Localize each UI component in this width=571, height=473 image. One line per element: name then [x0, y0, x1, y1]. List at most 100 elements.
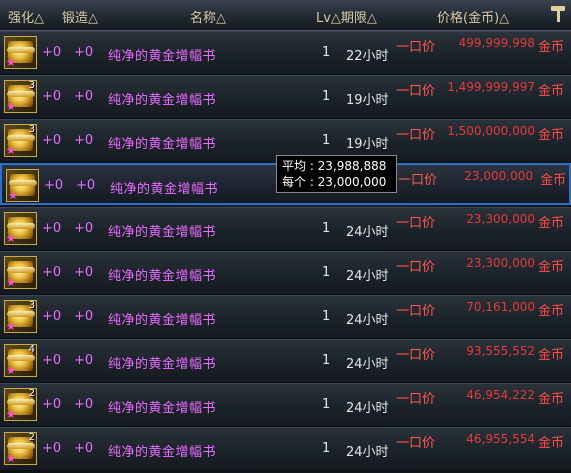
currency-label: 金币: [538, 392, 565, 407]
forge-level: +0: [74, 89, 94, 104]
item-level: 1: [322, 441, 331, 456]
listing-row[interactable]: 4 ★ +0 +0 纯净的黄金增幅书 1 24小时 一口价 93,555,552 金币: [0, 339, 571, 383]
time-remaining: 24小时: [346, 401, 389, 416]
golden-scroll-icon[interactable]: ★: [4, 36, 37, 69]
sort-enhance-header[interactable]: 强化△: [8, 7, 44, 26]
listing-row[interactable]: ★ +0 +0 纯净的黄金增幅书 1 24小时 一口价 23,300,000 金币: [0, 251, 571, 295]
golden-scroll-icon[interactable]: ★: [4, 256, 37, 289]
sort-forge-header[interactable]: 锻造△: [62, 7, 98, 26]
item-name: 纯净的黄金增幅书: [108, 357, 217, 372]
item-level: 1: [322, 309, 331, 324]
price-value: 70,161,000: [466, 300, 535, 314]
sort-lv-limit-header[interactable]: Lv△期限△: [316, 7, 377, 26]
golden-scroll-icon[interactable]: 2 ★: [4, 432, 37, 465]
item-name: 纯净的黄金增幅书: [108, 137, 217, 152]
item-level: 1: [322, 353, 331, 368]
golden-scroll-icon[interactable]: ★: [6, 169, 39, 202]
forge-level: +0: [74, 397, 94, 412]
item-quantity: 4: [28, 344, 35, 355]
auction-panel: 强化△ 锻造△ 名称△ Lv△期限△ 价格(金币)△ ★ +0 +0 纯净的黄金增幅书…: [0, 0, 571, 473]
buyout-label: 一口价: [398, 173, 438, 188]
price-value: 1,500,000,000: [447, 124, 535, 138]
price-value: 23,000,000: [464, 169, 533, 183]
item-name: 纯净的黄金增幅书: [108, 445, 217, 460]
forge-level: +0: [74, 441, 94, 456]
forge-level: +0: [74, 133, 94, 148]
listing-row[interactable]: ★ +0 +0 纯净的黄金增幅书 1 24小时 一口价 23,300,000 金币: [0, 207, 571, 251]
forge-level: +0: [74, 309, 94, 324]
golden-scroll-icon[interactable]: 3 ★: [4, 124, 37, 157]
forge-level: +0: [74, 45, 94, 60]
enhance-level: +0: [44, 178, 64, 193]
time-remaining: 22小时: [346, 49, 389, 64]
star-icon: ★: [6, 364, 16, 377]
enhance-level: +0: [42, 353, 62, 368]
sort-name-header[interactable]: 名称△: [190, 7, 226, 26]
golden-scroll-icon[interactable]: 4 ★: [4, 344, 37, 377]
currency-label: 金币: [540, 173, 567, 188]
listing-row[interactable]: 2 ★ +0 +0 纯净的黄金增幅书 1 24小时 一口价 46,954,222 金币: [0, 383, 571, 427]
item-name: 纯净的黄金增幅书: [108, 269, 217, 284]
star-icon: ★: [6, 408, 16, 421]
buyout-label: 一口价: [396, 436, 436, 451]
listing-row[interactable]: ★ +0 +0 纯净的黄金增幅书 1 22小时 一口价 499,999,998 金币: [0, 31, 571, 75]
star-icon: ★: [6, 320, 16, 333]
star-icon: ★: [6, 452, 16, 465]
buyout-label: 一口价: [396, 84, 436, 99]
buyout-label: 一口价: [396, 40, 436, 55]
golden-scroll-icon[interactable]: 3 ★: [4, 300, 37, 333]
enhance-level: +0: [42, 309, 62, 324]
enhance-level: +0: [42, 133, 62, 148]
item-name: 纯净的黄金增幅书: [108, 313, 217, 328]
star-icon: ★: [6, 232, 16, 245]
item-quantity: 2: [28, 388, 35, 399]
currency-label: 金币: [538, 436, 565, 451]
buyout-label: 一口价: [396, 216, 436, 231]
time-remaining: 24小时: [346, 445, 389, 460]
golden-scroll-icon[interactable]: 3 ★: [4, 80, 37, 113]
enhance-level: +0: [42, 441, 62, 456]
item-name: 纯净的黄金增幅书: [108, 49, 217, 64]
time-remaining: 24小时: [346, 313, 389, 328]
enhance-level: +0: [42, 45, 62, 60]
item-name: 纯净的黄金增幅书: [108, 225, 217, 240]
golden-scroll-icon[interactable]: 2 ★: [4, 388, 37, 421]
item-level: 1: [322, 133, 331, 148]
currency-label: 金币: [538, 260, 565, 275]
buyout-label: 一口价: [396, 128, 436, 143]
forge-level: +0: [76, 178, 96, 193]
listing-row[interactable]: 3 ★ +0 +0 纯净的黄金增幅书 1 19小时 一口价 1,499,999,997 金币: [0, 75, 571, 119]
enhance-level: +0: [42, 89, 62, 104]
item-name: 纯净的黄金增幅书: [110, 182, 219, 197]
forge-level: +0: [74, 265, 94, 280]
listing-row[interactable]: 2 ★ +0 +0 纯净的黄金增幅书 1 24小时 一口价 46,955,554 金币: [0, 427, 571, 471]
item-quantity: 3: [28, 124, 35, 135]
item-name: 纯净的黄金增幅书: [108, 401, 217, 416]
item-quantity: 3: [28, 80, 35, 91]
currency-label: 金币: [538, 304, 565, 319]
item-level: 1: [322, 265, 331, 280]
sort-price-header[interactable]: 价格(金币)△: [437, 7, 509, 26]
currency-label: 金币: [538, 348, 565, 363]
item-name: 纯净的黄金增幅书: [108, 93, 217, 108]
price-value: 23,300,000: [466, 256, 535, 270]
forge-level: +0: [74, 353, 94, 368]
price-value: 499,999,998: [458, 36, 535, 50]
golden-scroll-icon[interactable]: ★: [4, 212, 37, 245]
currency-label: 金币: [538, 40, 565, 55]
listing-row[interactable]: 3 ★ +0 +0 纯净的黄金增幅书 1 24小时 一口价 70,161,000 金币: [0, 295, 571, 339]
time-remaining: 19小时: [346, 137, 389, 152]
buyout-label: 一口价: [396, 260, 436, 275]
star-icon: ★: [8, 189, 18, 202]
time-remaining: 24小时: [346, 269, 389, 284]
price-tooltip: 平均 : 23,988,888 每个 : 23,000,000: [276, 155, 397, 193]
item-level: 1: [322, 221, 331, 236]
price-value: 46,955,554: [466, 432, 535, 446]
price-value: 23,300,000: [466, 212, 535, 226]
hammer-icon[interactable]: [551, 6, 565, 22]
price-value: 46,954,222: [466, 388, 535, 402]
item-quantity: 2: [28, 432, 35, 443]
currency-label: 金币: [538, 216, 565, 231]
buyout-label: 一口价: [396, 392, 436, 407]
currency-label: 金币: [538, 84, 565, 99]
